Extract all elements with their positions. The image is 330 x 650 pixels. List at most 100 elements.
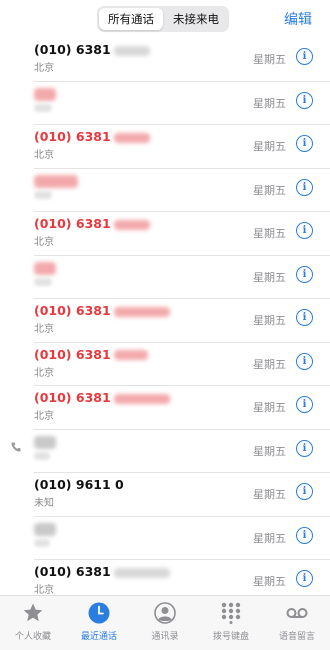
call-location: 未知 bbox=[34, 498, 54, 509]
call-day: 星期五 bbox=[253, 575, 286, 588]
call-filter-segmented-control: 所有通话 未接来电 bbox=[97, 6, 229, 32]
call-day: 星期五 bbox=[253, 53, 286, 66]
call-location: 北京 bbox=[34, 585, 54, 596]
tab-label: 语音留言 bbox=[278, 632, 315, 642]
redacted-label bbox=[34, 451, 50, 460]
header: 所有通话 未接来电 编辑 bbox=[0, 0, 330, 38]
call-number bbox=[34, 260, 56, 275]
tab-label: 通讯录 bbox=[151, 632, 179, 642]
redacted-digits bbox=[113, 350, 148, 360]
info-icon[interactable]: i bbox=[296, 570, 313, 587]
redacted-name bbox=[34, 435, 56, 449]
call-day: 星期五 bbox=[253, 488, 286, 501]
call-number: (010) 9611 0 bbox=[34, 477, 124, 492]
call-number bbox=[34, 86, 56, 101]
call-row[interactable]: (010) 6381 北京 星期五 i bbox=[0, 38, 330, 82]
info-icon[interactable]: i bbox=[296, 222, 313, 239]
segment-all-calls[interactable]: 所有通话 bbox=[99, 8, 163, 30]
call-number: (010) 6381 bbox=[34, 129, 150, 144]
call-row[interactable]: (010) 6381 北京 星期五 i bbox=[0, 212, 330, 256]
info-icon[interactable]: i bbox=[296, 309, 313, 326]
redacted-label bbox=[34, 103, 52, 112]
redacted-digits bbox=[113, 306, 170, 317]
call-number: (010) 6381 bbox=[34, 303, 170, 318]
redacted-digits bbox=[113, 219, 150, 230]
tab-voicemail[interactable]: 语音留言 bbox=[264, 596, 330, 650]
tab-keypad[interactable]: 拨号键盘 bbox=[198, 596, 264, 650]
call-row[interactable]: 星期五 i bbox=[0, 256, 330, 300]
call-row[interactable]: (010) 9611 0 未知 星期五 i bbox=[0, 473, 330, 517]
star-icon bbox=[23, 603, 43, 622]
voicemail-icon bbox=[286, 608, 308, 618]
info-icon[interactable]: i bbox=[296, 352, 313, 370]
tab-contacts[interactable]: 通讯录 bbox=[132, 596, 198, 650]
call-location bbox=[34, 277, 52, 288]
outgoing-call-icon bbox=[11, 442, 21, 451]
call-location bbox=[34, 103, 52, 114]
call-number: (010) 6381 bbox=[34, 390, 170, 405]
call-row[interactable]: (010) 6381 北京 星期五 i bbox=[0, 299, 330, 343]
info-icon[interactable]: i bbox=[296, 178, 313, 196]
redacted-label bbox=[34, 538, 50, 547]
call-location bbox=[34, 538, 50, 549]
person-icon bbox=[154, 602, 176, 624]
call-location: 北京 bbox=[34, 237, 54, 248]
redacted-digits bbox=[113, 132, 150, 143]
call-day: 星期五 bbox=[253, 227, 286, 240]
tab-label: 最近通话 bbox=[80, 632, 117, 642]
info-icon[interactable]: i bbox=[296, 396, 313, 413]
call-row[interactable]: 星期五 i bbox=[0, 82, 330, 126]
call-location bbox=[34, 451, 50, 462]
info-icon[interactable]: i bbox=[296, 135, 313, 152]
tab-label: 拨号键盘 bbox=[212, 632, 249, 642]
call-row[interactable]: 星期五 i bbox=[0, 517, 330, 561]
redacted-name bbox=[34, 87, 56, 101]
recent-calls-list: (010) 6381 北京 星期五 i 星期五 i (010) 6381 北京 … bbox=[0, 38, 330, 604]
call-row[interactable]: 星期五 i bbox=[0, 430, 330, 474]
call-number bbox=[34, 521, 56, 536]
redacted-digits bbox=[113, 567, 170, 578]
redacted-digits bbox=[113, 45, 150, 56]
info-icon[interactable]: i bbox=[296, 48, 313, 65]
call-location: 北京 bbox=[34, 367, 54, 379]
info-icon[interactable]: i bbox=[296, 91, 313, 109]
call-location: 北京 bbox=[34, 63, 54, 74]
call-day: 星期五 bbox=[253, 270, 286, 284]
call-number bbox=[34, 173, 78, 188]
call-location: 北京 bbox=[34, 150, 54, 161]
call-day: 星期五 bbox=[253, 444, 286, 458]
call-day: 星期五 bbox=[253, 140, 286, 153]
info-icon[interactable]: i bbox=[296, 526, 313, 544]
info-icon[interactable]: i bbox=[296, 439, 313, 457]
info-icon[interactable]: i bbox=[296, 483, 313, 500]
redacted-label bbox=[34, 277, 52, 286]
redacted-name bbox=[34, 174, 78, 188]
call-row[interactable]: 星期五 i bbox=[0, 169, 330, 213]
tab-bar: 个人收藏 最近通话 通讯录 拨号键盘 语音留言 bbox=[0, 595, 330, 650]
call-day: 星期五 bbox=[253, 183, 286, 197]
info-icon[interactable]: i bbox=[296, 265, 313, 283]
call-number: (010) 6381 bbox=[34, 347, 148, 362]
call-day: 星期五 bbox=[253, 401, 286, 414]
call-day: 星期五 bbox=[253, 96, 286, 110]
redacted-label bbox=[34, 190, 52, 199]
call-row[interactable]: (010) 6381 北京 星期五 i bbox=[0, 386, 330, 430]
tab-recents[interactable]: 最近通话 bbox=[66, 596, 132, 650]
redacted-name bbox=[34, 261, 56, 275]
clock-icon bbox=[88, 602, 110, 624]
call-day: 星期五 bbox=[253, 357, 286, 371]
call-day: 星期五 bbox=[253, 314, 286, 327]
call-location: 北京 bbox=[34, 324, 54, 335]
call-location: 北京 bbox=[34, 411, 54, 422]
segment-missed-calls[interactable]: 未接来电 bbox=[165, 8, 227, 30]
call-number: (010) 6381 bbox=[34, 42, 150, 57]
call-row[interactable]: (010) 6381 北京 星期五 i bbox=[0, 125, 330, 169]
edit-button[interactable]: 编辑 bbox=[284, 9, 312, 29]
tab-favorites[interactable]: 个人收藏 bbox=[0, 596, 66, 650]
keypad-icon bbox=[221, 602, 241, 624]
redacted-name bbox=[34, 522, 56, 536]
tab-label: 个人收藏 bbox=[14, 632, 51, 642]
call-number: (010) 6381 bbox=[34, 216, 150, 231]
call-location bbox=[34, 190, 52, 201]
call-row[interactable]: (010) 6381 北京 星期五 i bbox=[0, 343, 330, 387]
